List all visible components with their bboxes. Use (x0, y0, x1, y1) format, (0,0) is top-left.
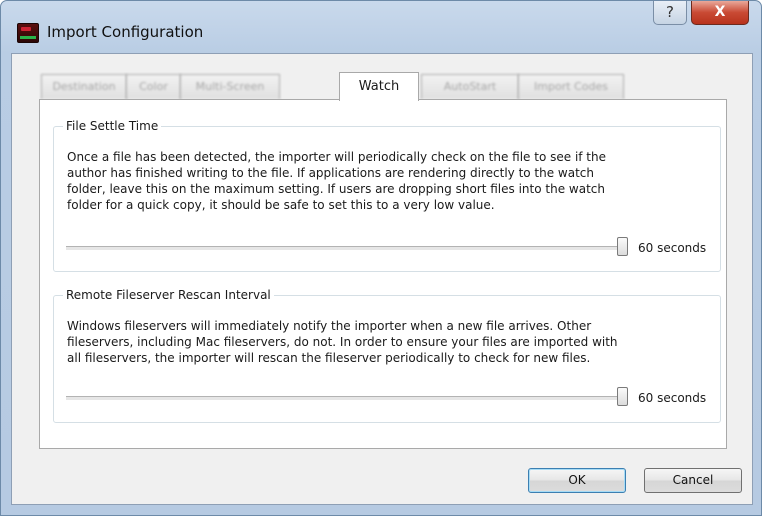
description-line: Once a file has been detected, the impor… (67, 150, 607, 164)
rescan-description: Windows fileservers will immediately not… (67, 318, 618, 366)
description-line: author has finished writing to the file.… (67, 166, 595, 180)
description-line: folder for a quick copy, it should be sa… (67, 198, 495, 212)
help-button[interactable]: ? (653, 1, 687, 25)
tab-color[interactable]: Color (126, 74, 181, 99)
tab-watch[interactable]: Watch (339, 72, 419, 101)
rescan-slider-track[interactable] (66, 396, 620, 401)
tab-destination[interactable]: Destination (41, 74, 127, 99)
window-title: Import Configuration (47, 23, 204, 41)
watch-tab-panel: File Settle Time Once a file has been de… (39, 99, 727, 449)
description-line: fileservers, including Mac fileservers, … (67, 335, 618, 349)
file-settle-slider-thumb[interactable] (617, 237, 628, 256)
description-line: all fileservers, the importer will resca… (67, 351, 591, 365)
tab-import-codes[interactable]: Import Codes (518, 74, 624, 99)
ok-button[interactable]: OK (528, 468, 626, 493)
app-icon (17, 23, 39, 43)
file-settle-time-group: File Settle Time Once a file has been de… (53, 118, 721, 272)
rescan-interval-heading: Remote Fileserver Rescan Interval (63, 287, 274, 303)
tab-autostart[interactable]: AutoStart (421, 74, 519, 99)
tab-multi-screen[interactable]: Multi-Screen (180, 74, 280, 99)
close-icon: X (714, 4, 726, 20)
description-line: folder, leave this on the maximum settin… (67, 182, 605, 196)
title-bar[interactable]: Import Configuration ? X (1, 1, 761, 51)
rescan-interval-group: Remote Fileserver Rescan Interval Window… (53, 287, 721, 423)
description-line: Windows fileservers will immediately not… (67, 319, 592, 333)
dialog-window: Import Configuration ? X Destination Col… (0, 0, 762, 516)
file-settle-time-heading: File Settle Time (63, 118, 162, 134)
close-button[interactable]: X (691, 1, 749, 25)
file-settle-description: Once a file has been detected, the impor… (67, 149, 606, 213)
rescan-value: 60 seconds (638, 391, 707, 405)
cancel-button[interactable]: Cancel (644, 468, 742, 493)
rescan-slider-thumb[interactable] (617, 387, 628, 406)
dialog-client-area: Destination Color Multi-Screen Watch Aut… (11, 53, 753, 505)
file-settle-slider-track[interactable] (66, 246, 620, 251)
file-settle-value: 60 seconds (638, 241, 707, 255)
